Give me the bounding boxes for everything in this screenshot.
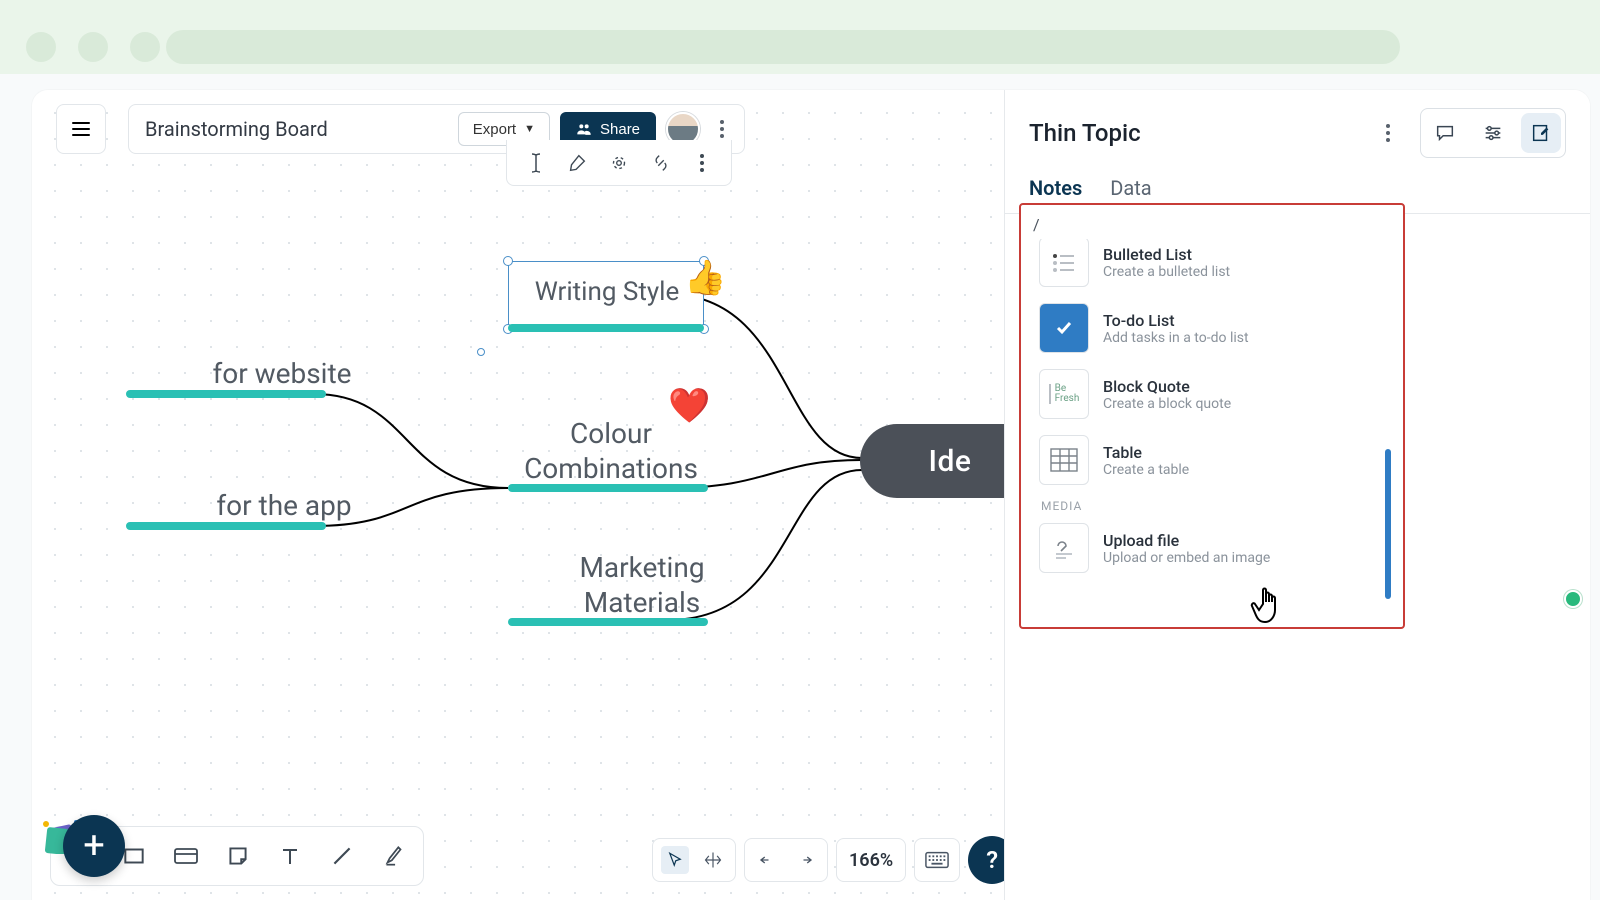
heart-reaction[interactable]: ❤️ [668,386,710,426]
highlighter-tool[interactable] [377,839,411,873]
comments-panel-button[interactable] [1425,113,1465,153]
chat-bubble-icon [1434,122,1456,144]
tool-panel: + [50,826,424,886]
edit-note-icon [1530,122,1552,144]
board-title[interactable]: Brainstorming Board [145,117,448,141]
pan-tool[interactable] [699,846,727,874]
node-underline [126,390,326,398]
presence-indicator [1564,590,1582,608]
card-tool[interactable] [169,839,203,873]
pointer-tool[interactable] [661,846,689,874]
node-label-for-website[interactable]: for website [182,356,382,391]
hamburger-icon [69,117,93,141]
slash-item-todo-list[interactable]: To-do List Add tasks in a to-do list [1029,295,1395,361]
link-icon[interactable] [644,146,678,180]
add-button[interactable]: + [63,815,125,877]
export-label: Export [473,121,516,138]
brush-icon[interactable] [560,146,594,180]
bulleted-list-icon [1039,239,1089,287]
side-panel-more-button[interactable] [1376,116,1400,150]
checkbox-icon [1039,303,1089,353]
table-icon [1039,435,1089,485]
slash-command-popup: / Bulleted List Create a bulleted list [1019,203,1405,629]
slash-popup-scrollbar[interactable] [1385,449,1391,599]
node-label-writing-style: Writing Style [509,276,705,309]
share-label: Share [600,121,640,138]
zoom-level[interactable]: 166% [845,850,897,871]
kebab-icon [1386,124,1390,142]
side-panel-title: Thin Topic [1029,119,1362,147]
slash-item-table[interactable]: Table Create a table [1029,427,1395,493]
side-panel-mode-switch [1420,108,1566,158]
line-tool[interactable] [325,839,359,873]
question-icon: ? [986,846,998,874]
node-writing-style-selected[interactable]: Writing Style [508,261,704,329]
plus-icon: + [83,824,105,868]
filter-panel-button[interactable] [1473,113,1513,153]
notes-panel-button[interactable] [1521,113,1561,153]
slash-section-media: MEDIA [1029,493,1395,515]
browser-url-bar[interactable] [166,30,1400,64]
app-frame: Brainstorming Board Export ▼ Share [32,90,1590,900]
browser-chrome [0,0,1600,74]
undo-button[interactable] [753,846,781,874]
node-underline [508,324,704,332]
block-quote-icon: BeFresh [1039,369,1089,419]
node-label-colour-combinations[interactable]: Colour Combinations [506,416,716,486]
caret-down-icon: ▼ [524,123,535,135]
attachment-icon [1039,523,1089,573]
window-traffic-lights [26,32,160,62]
node-underline [126,522,326,530]
text-tool[interactable] [273,839,307,873]
people-icon [576,121,592,137]
kebab-icon [720,120,724,138]
slash-item-upload-file[interactable]: Upload file Upload or embed an image [1029,515,1395,581]
redo-button[interactable] [791,846,819,874]
sticky-note-tool[interactable] [221,839,255,873]
slash-item-bulleted-list[interactable]: Bulleted List Create a bulleted list [1029,239,1395,295]
thumbs-up-reaction[interactable]: 👍 [684,258,726,298]
more-format-button[interactable] [685,146,719,180]
menu-button[interactable] [56,104,106,154]
node-underline [508,618,708,626]
format-toolbar [506,140,732,186]
sliders-icon [1482,122,1504,144]
node-underline [508,484,708,492]
view-controls: 166% ? [652,836,1016,884]
settings-gear-icon[interactable] [602,146,636,180]
node-label-marketing-materials[interactable]: Marketing Materials [532,550,752,620]
slash-input[interactable]: / [1021,205,1403,240]
slash-item-block-quote[interactable]: BeFresh Block Quote Create a block quote [1029,361,1395,427]
node-label-for-the-app[interactable]: for the app [184,488,384,523]
keyboard-shortcuts-button[interactable] [923,846,951,874]
text-cursor-icon[interactable] [519,146,553,180]
side-panel: Thin Topic Notes Data / [1004,90,1590,900]
